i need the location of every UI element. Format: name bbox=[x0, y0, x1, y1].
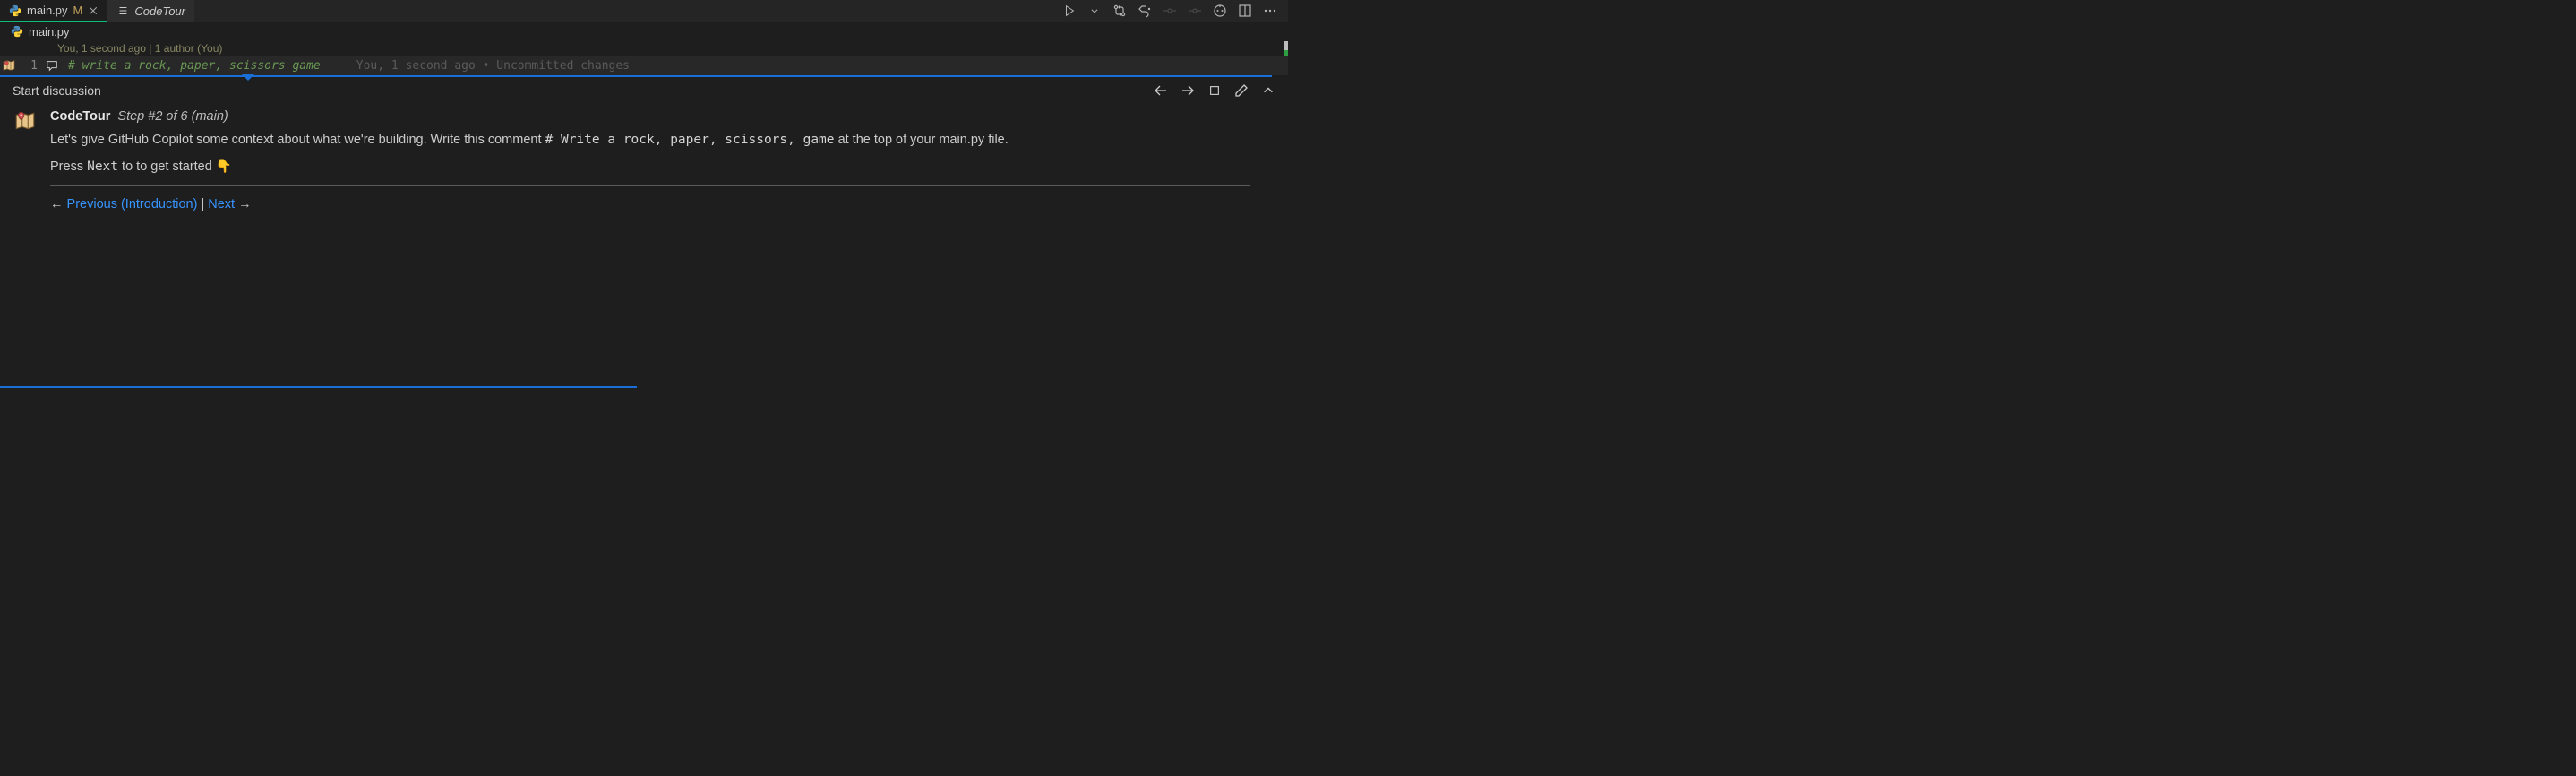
discussion-actions bbox=[1154, 83, 1275, 98]
editor-actions bbox=[1062, 4, 1288, 18]
tour-body-code: # Write a rock, paper, scissors, game bbox=[545, 133, 835, 147]
python-icon bbox=[11, 25, 23, 38]
tour-step-label: Step #2 of 6 (main) bbox=[117, 109, 228, 124]
code-comment-text: # write a rock, paper, scissors game bbox=[68, 59, 321, 73]
chevron-up-icon[interactable] bbox=[1261, 83, 1275, 98]
more-icon[interactable] bbox=[1263, 4, 1277, 18]
tab-bar: main.py M CodeTour bbox=[0, 0, 1288, 22]
tour-anchor-divider bbox=[0, 75, 1272, 77]
run-icon[interactable] bbox=[1062, 4, 1077, 18]
close-icon[interactable] bbox=[88, 5, 99, 16]
tour-name: CodeTour bbox=[50, 109, 110, 124]
bottom-divider bbox=[0, 386, 637, 388]
tour-map-icon bbox=[13, 108, 38, 215]
tab-codetour[interactable]: CodeTour bbox=[107, 0, 194, 22]
breadcrumb-filename: main.py bbox=[29, 25, 70, 39]
minimap-marker[interactable] bbox=[1284, 41, 1288, 50]
edit-icon[interactable] bbox=[1234, 83, 1249, 98]
copilot-icon[interactable] bbox=[1213, 4, 1227, 18]
inline-git-blame: You, 1 second ago • Uncommitted changes bbox=[356, 59, 630, 73]
caret-down-icon bbox=[242, 74, 254, 81]
nav-next-arrow: → bbox=[238, 197, 252, 211]
tour-press-suffix: to to get started 👇 bbox=[122, 160, 232, 174]
commit-prev-icon[interactable] bbox=[1163, 4, 1177, 18]
tab-filename: main.py bbox=[27, 4, 68, 17]
arrow-left-icon[interactable] bbox=[1154, 83, 1168, 98]
arrow-right-icon[interactable] bbox=[1181, 83, 1195, 98]
nav-prev-arrow: ← bbox=[50, 197, 64, 211]
commit-next-icon[interactable] bbox=[1188, 4, 1202, 18]
tour-press-prefix: Press bbox=[50, 160, 87, 174]
tour-heading: CodeTour Step #2 of 6 (main) bbox=[50, 108, 1250, 127]
git-compare-icon[interactable] bbox=[1112, 4, 1127, 18]
tab-modified-indicator: M bbox=[73, 4, 83, 17]
tour-divider bbox=[50, 185, 1250, 186]
revert-icon[interactable] bbox=[1138, 4, 1152, 18]
tour-body-text-2: at the top of your main.py file. bbox=[838, 133, 1009, 147]
gitlens-annotation[interactable]: You, 1 second ago | 1 author (You) bbox=[0, 41, 1288, 56]
comment-icon[interactable] bbox=[43, 59, 61, 72]
map-tour-icon[interactable] bbox=[0, 58, 18, 73]
split-editor-icon[interactable] bbox=[1238, 4, 1252, 18]
tour-body-text-1: Let's give GitHub Copilot some context a… bbox=[50, 133, 545, 147]
line-number: 1 bbox=[18, 59, 43, 73]
tour-body: CodeTour Step #2 of 6 (main) Let's give … bbox=[0, 104, 1288, 215]
stop-icon[interactable] bbox=[1207, 83, 1222, 98]
list-icon bbox=[116, 4, 129, 17]
code-line[interactable]: 1 # write a rock, paper, scissors game Y… bbox=[0, 56, 1288, 75]
tour-press-code: Next bbox=[87, 160, 118, 174]
tour-prev-link[interactable]: Previous (Introduction) bbox=[67, 197, 198, 211]
tab-label: CodeTour bbox=[134, 4, 185, 18]
tour-paragraph-2: Press Next to to get started 👇 bbox=[50, 158, 1250, 177]
discussion-header: Start discussion bbox=[0, 77, 1288, 104]
tab-main-py[interactable]: main.py M bbox=[0, 0, 107, 22]
tour-nav: ← Previous (Introduction) | Next → bbox=[50, 195, 1250, 215]
python-icon bbox=[9, 4, 21, 17]
breadcrumb[interactable]: main.py bbox=[0, 22, 1288, 41]
chevron-down-icon[interactable] bbox=[1087, 4, 1102, 18]
tour-content: CodeTour Step #2 of 6 (main) Let's give … bbox=[50, 108, 1275, 215]
tour-paragraph-1: Let's give GitHub Copilot some context a… bbox=[50, 131, 1250, 151]
discussion-title: Start discussion bbox=[13, 83, 101, 98]
minimap-change-marker[interactable] bbox=[1284, 50, 1288, 56]
tour-next-link[interactable]: Next bbox=[208, 197, 235, 211]
